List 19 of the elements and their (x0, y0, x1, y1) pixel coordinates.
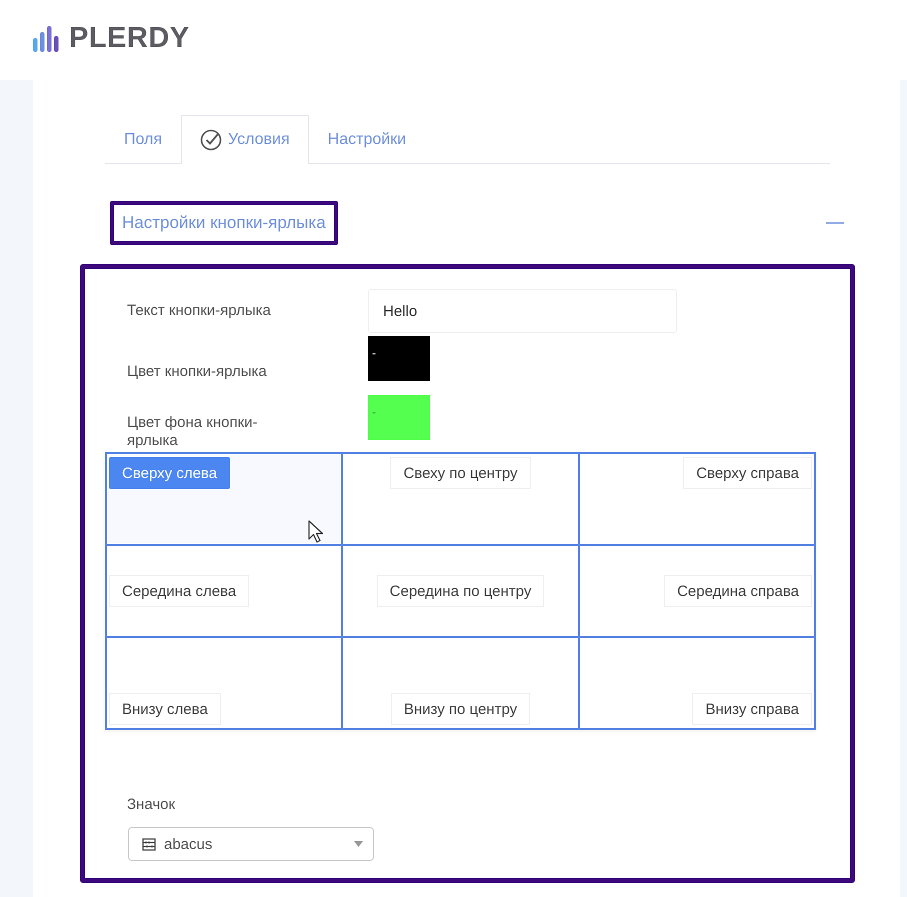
position-option[interactable]: Середина слева (109, 575, 250, 607)
position-option[interactable]: Середина по центру (376, 575, 544, 607)
text-field[interactable]: Hello (368, 289, 677, 333)
position-option[interactable]: Сверху слева (109, 457, 230, 489)
icon-dropdown[interactable]: abacus (128, 827, 374, 861)
position-option[interactable]: Внизу по центру (390, 693, 530, 725)
position-option[interactable]: Внизу слева (109, 693, 221, 725)
field-label: Цвет кнопки-ярлыка (127, 363, 268, 381)
position-option[interactable]: Свеху по центру (390, 457, 531, 489)
field-label: Текст кнопки-ярлыка (127, 302, 272, 320)
field-label: Значок (127, 796, 176, 813)
color-swatch[interactable]: - (368, 336, 430, 381)
logo-text: PLERDY (69, 22, 190, 55)
position-option[interactable]: Середина справа (664, 575, 812, 607)
abacus-icon (142, 838, 156, 850)
caret-icon (354, 841, 363, 847)
position-option[interactable]: Внизу справа (692, 693, 812, 725)
position-option[interactable]: Сверху справа (683, 457, 812, 489)
field-label: Цвет фона кнопки-ярлыка (127, 414, 259, 450)
